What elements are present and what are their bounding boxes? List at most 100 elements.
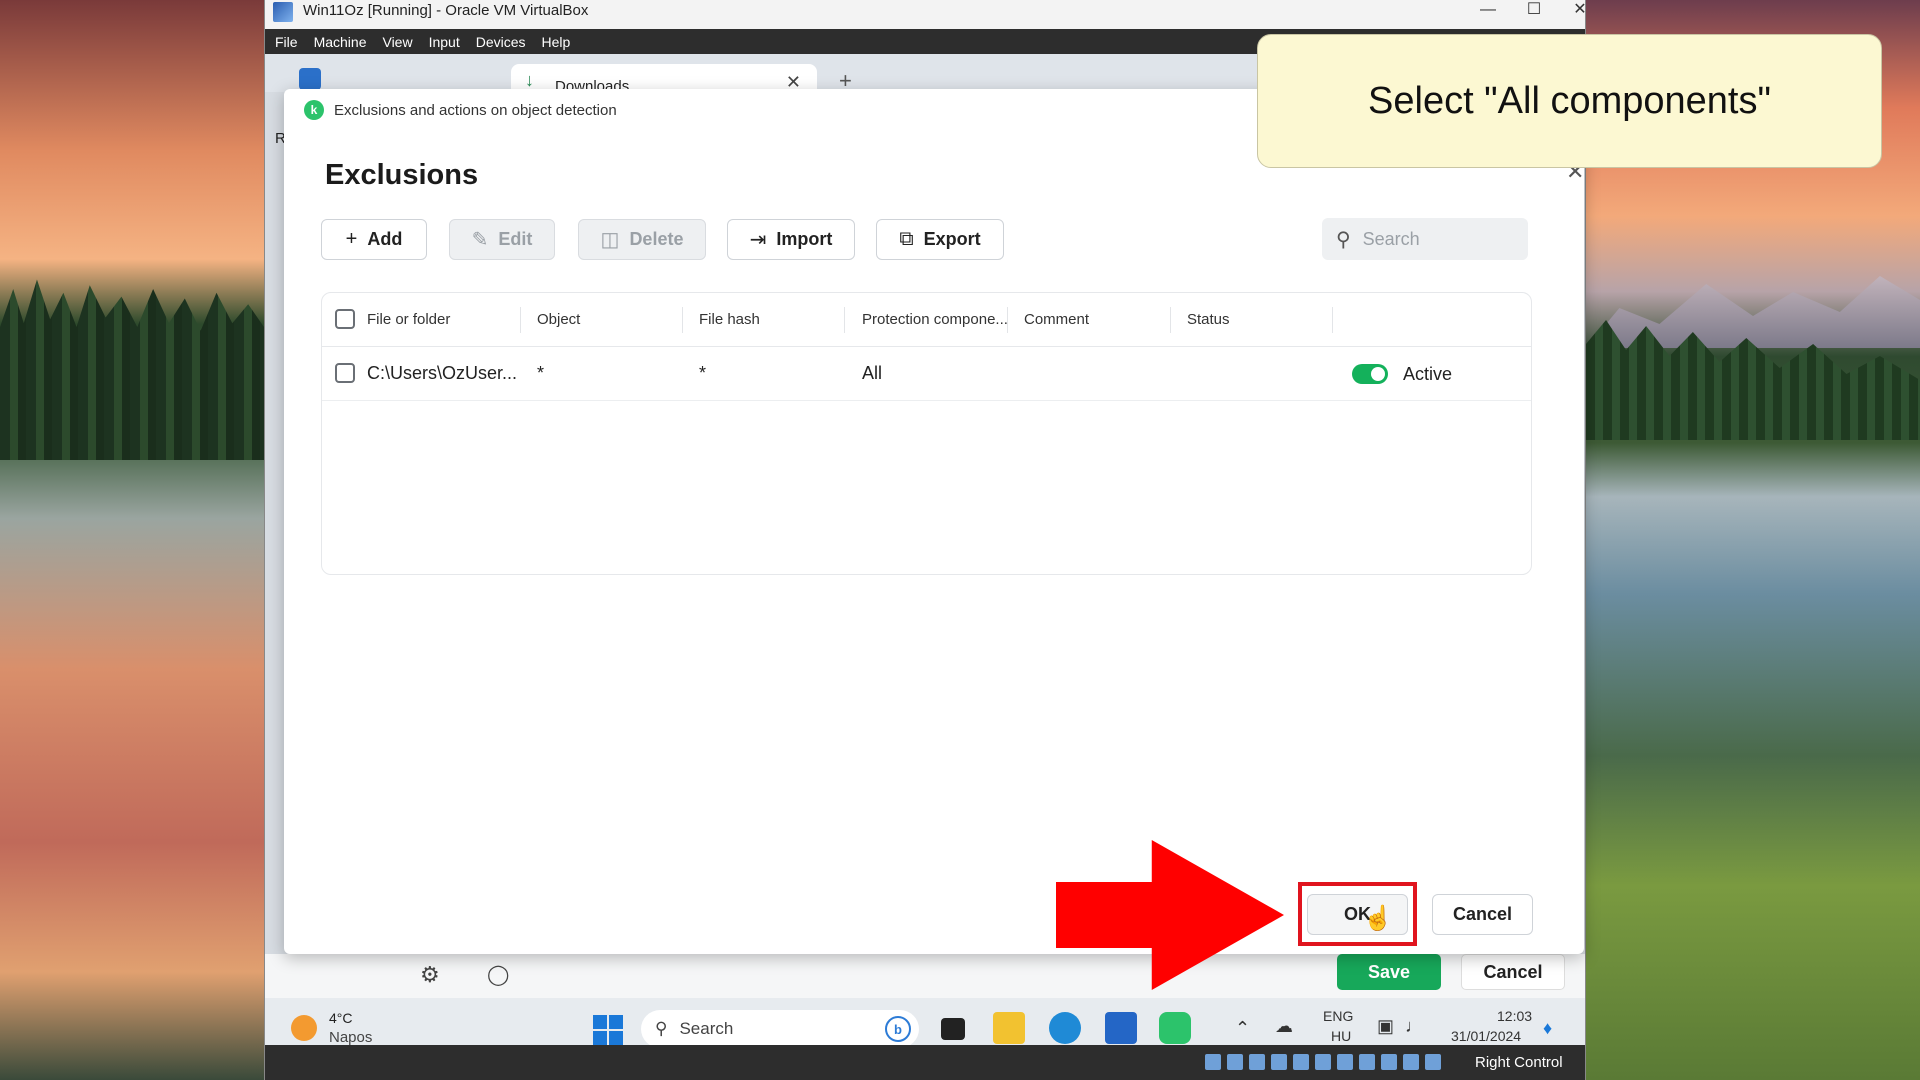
edit-label: Edit bbox=[498, 229, 533, 249]
save-button[interactable]: Save bbox=[1337, 954, 1441, 990]
table-header: File or folder Object File hash Protecti… bbox=[322, 293, 1531, 347]
edge-icon[interactable] bbox=[1049, 1012, 1081, 1044]
trash-icon: ◫ bbox=[600, 229, 620, 251]
kaspersky-icon[interactable] bbox=[1159, 1012, 1191, 1044]
clock-time[interactable]: 12:03 bbox=[1497, 1008, 1532, 1024]
column-file-or-folder[interactable]: File or folder bbox=[367, 311, 450, 328]
display-status-icon[interactable] bbox=[1337, 1054, 1353, 1070]
vbox-status-bar: Right Control bbox=[265, 1045, 1585, 1080]
recording-icon[interactable] bbox=[1359, 1054, 1375, 1070]
tutorial-callout: Select "All components" bbox=[1257, 34, 1882, 168]
add-button[interactable]: + Add bbox=[321, 219, 427, 260]
plus-icon: + bbox=[345, 228, 358, 250]
exclusions-table: File or folder Object File hash Protecti… bbox=[321, 292, 1532, 575]
maximize-icon[interactable]: ☐ bbox=[1511, 0, 1557, 22]
delete-button[interactable]: ◫ Delete bbox=[578, 219, 706, 260]
weather-description: Napos bbox=[329, 1029, 373, 1046]
status-toggle[interactable] bbox=[1352, 364, 1388, 384]
cell-file-hash: * bbox=[699, 363, 707, 383]
search-icon: ⚲ bbox=[655, 1019, 668, 1038]
search-field[interactable]: ⚲ bbox=[1322, 218, 1528, 260]
column-comment[interactable]: Comment bbox=[1024, 311, 1089, 328]
column-separator[interactable] bbox=[520, 307, 521, 333]
usb-icon[interactable] bbox=[1293, 1054, 1309, 1070]
task-view-icon[interactable] bbox=[941, 1018, 965, 1040]
column-separator[interactable] bbox=[1332, 307, 1333, 333]
table-row[interactable]: C:\Users\OzUser... * * All Active bbox=[322, 347, 1531, 401]
notification-bell-icon[interactable]: ♦ bbox=[1543, 1018, 1552, 1039]
windows-start-icon[interactable] bbox=[593, 1015, 623, 1045]
audio-icon[interactable] bbox=[1249, 1054, 1265, 1070]
sun-icon[interactable] bbox=[291, 1015, 317, 1041]
cell-status: Active bbox=[1403, 364, 1453, 384]
cell-file-or-folder: C:\Users\OzUser... bbox=[367, 363, 518, 383]
download-icon: ↓ bbox=[525, 70, 534, 90]
menu-view[interactable]: View bbox=[382, 34, 412, 50]
exclusions-dialog: k Exclusions and actions on object detec… bbox=[284, 89, 1584, 954]
minimize-icon[interactable]: — bbox=[1465, 0, 1511, 22]
edit-button[interactable]: ✎ Edit bbox=[449, 219, 555, 260]
host-key-label: Right Control bbox=[1475, 1054, 1563, 1071]
add-label: Add bbox=[367, 229, 403, 249]
column-separator[interactable] bbox=[682, 307, 683, 333]
storage-icon[interactable] bbox=[1205, 1054, 1221, 1070]
optical-drive-icon[interactable] bbox=[1227, 1054, 1243, 1070]
export-label: Export bbox=[923, 229, 981, 249]
menu-input[interactable]: Input bbox=[429, 34, 460, 50]
column-separator[interactable] bbox=[844, 307, 845, 333]
language-bottom[interactable]: HU bbox=[1331, 1028, 1351, 1044]
chevron-up-icon[interactable]: ⌃ bbox=[1235, 1018, 1250, 1039]
column-separator[interactable] bbox=[1170, 307, 1171, 333]
column-status[interactable]: Status bbox=[1187, 311, 1230, 328]
volume-icon[interactable]: ♩ bbox=[1405, 1016, 1423, 1037]
mouse-integration-icon[interactable] bbox=[1403, 1054, 1419, 1070]
desktop-wallpaper-left bbox=[0, 0, 264, 1080]
menu-machine[interactable]: Machine bbox=[314, 34, 367, 50]
column-separator[interactable] bbox=[1007, 307, 1008, 333]
settings-footer-bar: ⚙ ◯ Save Cancel bbox=[265, 954, 1585, 998]
cell-object: * bbox=[537, 363, 545, 383]
gear-icon[interactable]: ⚙ bbox=[420, 962, 440, 988]
menu-devices[interactable]: Devices bbox=[476, 34, 526, 50]
taskbar-search-label: Search bbox=[679, 1019, 734, 1038]
select-all-checkbox[interactable] bbox=[335, 309, 355, 329]
shared-folder-icon[interactable] bbox=[1315, 1054, 1331, 1070]
store-icon[interactable] bbox=[1105, 1012, 1137, 1044]
bing-icon[interactable]: b bbox=[885, 1016, 911, 1042]
cell-protection-component: All bbox=[862, 363, 883, 383]
column-protection-component[interactable]: Protection compone... bbox=[862, 311, 1008, 328]
column-file-hash[interactable]: File hash bbox=[699, 311, 760, 328]
import-label: Import bbox=[776, 229, 833, 249]
language-top[interactable]: ENG bbox=[1323, 1008, 1353, 1024]
display-icon[interactable]: ▣ bbox=[1377, 1016, 1394, 1037]
keyboard-icon[interactable] bbox=[1425, 1054, 1441, 1070]
support-icon[interactable]: ◯ bbox=[487, 962, 509, 987]
clock-date[interactable]: 31/01/2024 bbox=[1451, 1028, 1521, 1044]
row-checkbox[interactable] bbox=[335, 363, 355, 383]
dialog-header-title: Exclusions and actions on object detecti… bbox=[334, 101, 617, 119]
menu-help[interactable]: Help bbox=[542, 34, 571, 50]
menu-file[interactable]: File bbox=[275, 34, 298, 50]
kaspersky-logo-icon: k bbox=[304, 100, 324, 120]
cpu-icon[interactable] bbox=[1381, 1054, 1397, 1070]
cancel-button[interactable]: Cancel bbox=[1432, 894, 1533, 935]
pencil-icon: ✎ bbox=[471, 229, 489, 251]
dialog-header: k Exclusions and actions on object detec… bbox=[304, 99, 617, 121]
network-icon[interactable]: ☁ bbox=[1275, 1016, 1293, 1037]
ok-highlight-box bbox=[1298, 882, 1417, 946]
app-icon[interactable] bbox=[299, 68, 321, 90]
footer-cancel-button[interactable]: Cancel bbox=[1461, 954, 1565, 990]
page-title: Exclusions bbox=[325, 159, 479, 191]
delete-label: Delete bbox=[629, 229, 684, 249]
import-icon: ⇥ bbox=[749, 229, 767, 251]
forest-silhouette bbox=[0, 279, 264, 460]
file-explorer-icon[interactable] bbox=[993, 1012, 1025, 1044]
column-object[interactable]: Object bbox=[537, 311, 580, 328]
export-button[interactable]: ⧉ Export bbox=[876, 219, 1004, 260]
network-adapter-icon[interactable] bbox=[1271, 1054, 1287, 1070]
close-window-icon[interactable]: ✕ bbox=[1557, 0, 1603, 22]
taskbar-search[interactable]: ⚲ Search b bbox=[641, 1010, 919, 1048]
import-button[interactable]: ⇥ Import bbox=[727, 219, 855, 260]
search-input[interactable] bbox=[1362, 228, 1503, 250]
weather-temperature: 4°C bbox=[329, 1010, 353, 1026]
